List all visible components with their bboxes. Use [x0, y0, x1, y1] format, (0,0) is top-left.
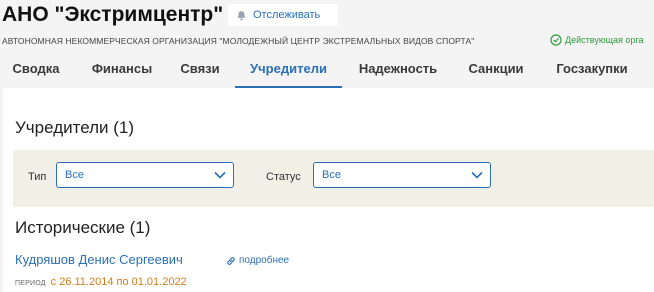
tab-finances[interactable]: Финансы	[84, 52, 160, 88]
founders-title: Учредители (1)	[15, 118, 135, 137]
period-row: ПЕРИОД с 26.11.2014 по 01.01.2022	[15, 276, 187, 288]
tab-procurement[interactable]: Госзакупки	[545, 52, 639, 88]
tab-founders[interactable]: Учредители	[235, 52, 342, 88]
follow-button-label: Отслеживать	[253, 9, 321, 21]
type-select-value: Все	[65, 169, 84, 181]
chevron-down-icon	[471, 171, 483, 179]
company-header: АНО "Экстримцентр" Отслеживать АВТОНОМНА…	[0, 0, 654, 88]
company-title: АНО "Экстримцентр"	[2, 3, 224, 26]
status-badge: Действующая орга	[550, 34, 643, 46]
tab-reliability[interactable]: Надежность	[350, 52, 446, 88]
founders-panel: Учредители (1) Тип Все Статус Все Истори…	[0, 88, 654, 292]
period-label: ПЕРИОД	[15, 280, 46, 287]
tab-sanctions[interactable]: Санкции	[459, 52, 533, 88]
bell-icon	[237, 10, 246, 20]
tab-connections[interactable]: Связи	[172, 52, 228, 88]
section-tabs: Сводка Финансы Связи Учредители Надежнос…	[0, 52, 654, 88]
status-text: Действующая орга	[565, 35, 644, 45]
status-filter-label: Статус	[266, 171, 301, 183]
more-details-label: подробнее	[239, 255, 290, 266]
full-company-name: АВТОНОМНАЯ НЕКОММЕРЧЕСКАЯ ОРГАНИЗАЦИЯ "М…	[2, 36, 475, 46]
chevron-down-icon	[214, 171, 226, 179]
founder-name-link[interactable]: Кудряшов Денис Сергеевич	[15, 252, 183, 267]
tab-summary[interactable]: Сводка	[2, 52, 70, 88]
type-select[interactable]: Все	[56, 162, 234, 188]
period-value: с 26.11.2014 по 01.01.2022	[50, 276, 187, 288]
status-select[interactable]: Все	[313, 162, 491, 188]
more-details-link[interactable]: подробнее	[226, 255, 289, 266]
follow-button[interactable]: Отслеживать	[228, 4, 338, 26]
type-filter-label: Тип	[28, 171, 47, 183]
filter-bar: Тип Все Статус Все	[13, 150, 654, 207]
check-circle-icon	[550, 34, 562, 46]
link-icon	[227, 256, 235, 265]
status-select-value: Все	[322, 169, 341, 181]
historical-title: Исторические (1)	[15, 218, 151, 237]
